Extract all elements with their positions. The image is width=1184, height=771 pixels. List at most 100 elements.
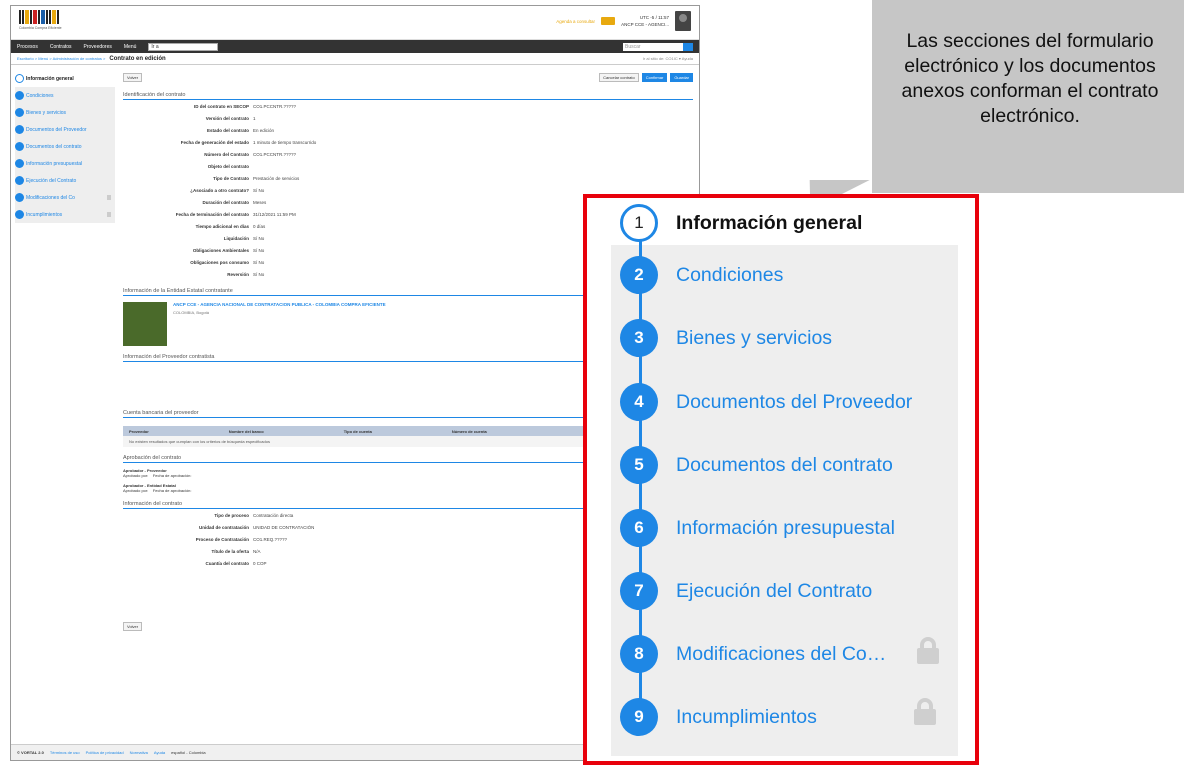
step-number: 8 [620,635,658,673]
callout-text: Las secciones del formulario electrónico… [901,30,1159,127]
leftnav-item-label: Condiciones [26,92,54,99]
leftnav-item-label: Bienes y servicios [26,109,67,116]
leftnav-item-docs-contrato[interactable]: Documentos del contrato [15,138,115,155]
section-title-identificacion: Identificación del contrato [123,92,693,100]
approval-date: Fecha de aprobación: [152,473,192,478]
form-row: Estado del contrato En edición [123,124,693,136]
zoom-item-incumplimientos[interactable]: 9 Incumplimientos [620,698,817,736]
zoom-item-condiciones[interactable]: 2 Condiciones [620,256,783,294]
field-label: Fecha de terminación del contrato [175,211,249,217]
field-value: Contratación directa [253,512,294,518]
zoom-item-label: Incumplimientos [676,705,817,728]
field-value: N/A [253,548,261,554]
field-value: 0 COP [253,560,267,566]
field-label: Cuantía del contrato [205,560,249,566]
field-label: Duración del contrato [202,199,249,205]
leftnav-item-presupuestal[interactable]: Información presupuestal [15,155,115,172]
confirm-button[interactable]: Confirmar [641,72,668,82]
search-icon[interactable] [683,42,693,51]
avatar[interactable] [675,11,691,31]
field-label: Proceso de Contratación [195,536,249,542]
main-nav: Procesos Contratos Proveedores Menú Ir a… [11,40,699,53]
entity-name[interactable]: ANCP CCE - AGENCIA NACIONAL DE CONTRATAC… [173,302,386,307]
step-icon [15,193,24,202]
field-label: Unidad de contratación [198,524,249,530]
step-number: 2 [620,256,658,294]
step-icon [15,74,24,83]
step-icon [15,142,24,151]
column-header: Proveedor [129,428,149,434]
zoom-item-documentos-contrato[interactable]: 5 Documentos del contrato [620,446,893,484]
field-value: 31/12/2021 11:59 PM [253,211,296,217]
lock-icon [917,637,939,664]
zoom-item-informacion-presupuestal[interactable]: 6 Información presupuestal [620,509,895,547]
footer-link-privacy[interactable]: Política de privacidad [86,750,124,755]
column-header: Tipo de cuenta [343,428,372,434]
site-help[interactable]: Ir al sitio de: CO1IC ▾ Ayuda [643,56,693,61]
leftnav-item-bienes[interactable]: Bienes y servicios [15,104,115,121]
step-icon [15,176,24,185]
cancel-contract-button[interactable]: Cancelar contrato [599,72,639,82]
approval-by: Aprobado por: [123,488,149,493]
section-nav: Información general Condiciones Bienes y… [15,70,115,223]
field-label: Obligaciones pos consumo [190,259,249,265]
page-title: Contrato en edición [109,55,166,62]
zoom-item-bienes-servicios[interactable]: 3 Bienes y servicios [620,319,832,357]
leftnav-item-ejecucion[interactable]: Ejecución del Contrato [15,172,115,189]
nav-contratos[interactable]: Contratos [50,44,72,50]
footer-brand: © VORTAL 2.0 [17,750,44,755]
leftnav-item-label: Información presupuestal [26,160,83,167]
nav-procesos[interactable]: Procesos [17,44,38,50]
go-to-select[interactable]: Ir a [148,42,219,51]
form-row: Objeto del contrato [123,160,693,172]
step-number: 5 [620,446,658,484]
footer-link-terms[interactable]: Términos de uso [50,750,80,755]
nav-proveedores[interactable]: Proveedores [84,44,112,50]
step-number: 6 [620,509,658,547]
language-select[interactable]: español - Colombia [171,750,205,755]
field-value: Meses [253,199,267,205]
entity-logo [123,302,167,346]
leftnav-item-label: Modificaciones del Co [26,194,75,201]
field-value: CO1.PCCNTR.????? [253,151,297,157]
zoom-item-ejecucion-contrato[interactable]: 7 Ejecución del Contrato [620,572,872,610]
back-button[interactable]: Volver [123,72,143,82]
field-label: Versión del contrato [205,115,249,121]
step-icon [15,159,24,168]
leftnav-item-condiciones[interactable]: Condiciones [15,87,115,104]
breadcrumb-path[interactable]: Escritorio > Menú > Administración de co… [17,56,105,61]
step-number: 7 [620,572,658,610]
field-value: Sí No [253,259,265,265]
step-number: 3 [620,319,658,357]
leftnav-item-informacion-general[interactable]: Información general [15,70,115,87]
zoom-item-modificaciones[interactable]: 8 Modificaciones del Co… [620,635,886,673]
column-header: Nombre del banco [228,428,264,434]
field-value: Sí No [253,271,265,277]
form-row: Número del Contrato CO1.PCCNTR.????? [123,148,693,160]
column-header: Número de cuenta [451,428,487,434]
save-button[interactable]: Guardar [670,72,693,82]
leftnav-item-incumplimientos[interactable]: Incumplimientos [15,206,115,223]
leftnav-item-docs-proveedor[interactable]: Documentos del Proveedor [15,121,115,138]
leftnav-item-modificaciones[interactable]: Modificaciones del Co [15,189,115,206]
agenda-link[interactable]: Agenda a consultar [556,19,595,24]
field-label: Tipo de Contrato [213,175,249,181]
user-menu[interactable]: ANCP CCE - AGENCI... [621,21,669,28]
leftnav-item-label: Incumplimientos [26,211,63,218]
notifications-icon[interactable] [601,17,616,25]
zoom-item-documentos-proveedor[interactable]: 4 Documentos del Proveedor [620,383,912,421]
zoom-item-informacion-general[interactable]: 1 Información general [620,204,862,242]
field-label: Fecha de generación del estado [180,139,249,145]
footer-link-help[interactable]: Ayuda [154,750,165,755]
search-input[interactable]: Buscar [623,42,683,51]
field-label: ID del contrato en SECOP [193,103,249,109]
zoom-item-label: Documentos del contrato [676,453,893,476]
footer-link-rules[interactable]: Normativa [130,750,148,755]
step-icon [15,91,24,100]
secop-logo: Colombia Compra Eficiente [19,10,79,34]
lock-icon [107,212,111,217]
nav-menu[interactable]: Menú [124,44,137,50]
logo-caption: Colombia Compra Eficiente [19,26,62,30]
field-value: CO1.PCCNTR.????? [253,103,297,109]
back-button-bottom[interactable]: Volver [123,621,143,631]
